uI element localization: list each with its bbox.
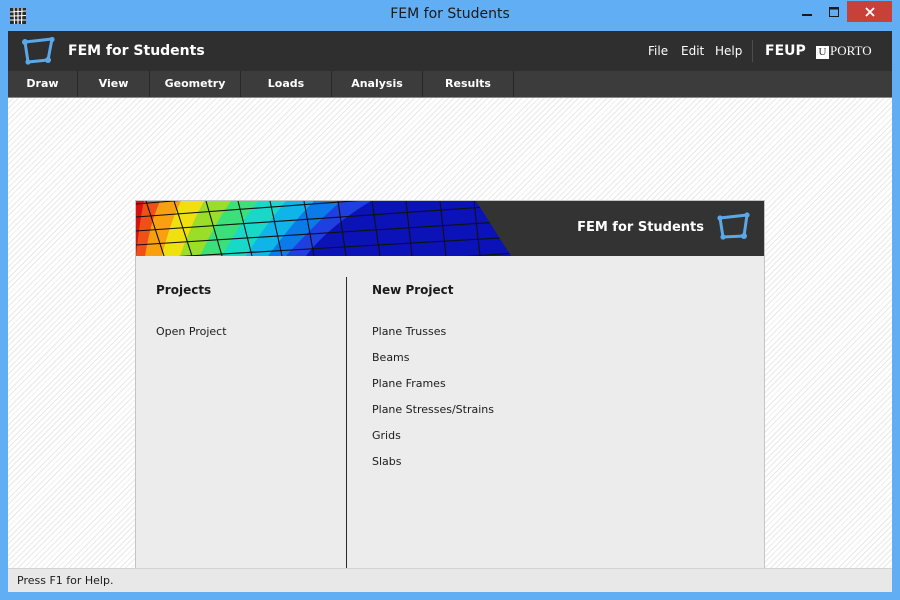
new-project-title: New Project (372, 283, 454, 297)
toolbar-geometry[interactable]: Geometry (150, 71, 241, 97)
toolbar-results[interactable]: Results (423, 71, 514, 97)
plane-trusses-link[interactable]: Plane Trusses (372, 325, 446, 338)
window-frame: FEM for Students FEM for Students File E… (0, 0, 900, 600)
beams-link[interactable]: Beams (372, 351, 410, 364)
header-divider (752, 40, 753, 62)
start-panel: FEM for Students Projects Open Project N… (135, 200, 765, 592)
panel-banner: FEM for Students (136, 201, 764, 256)
quadrilateral-element-icon (22, 37, 55, 65)
menu-edit[interactable]: Edit (681, 44, 704, 58)
toolbar-analysis[interactable]: Analysis (332, 71, 423, 97)
toolbar-view[interactable]: View (78, 71, 150, 97)
workspace: FEM for Students Projects Open Project N… (8, 98, 892, 592)
toolbar-draw[interactable]: Draw (8, 71, 78, 97)
feup-logo: FEUP (765, 43, 806, 59)
fem-contour-image (136, 201, 511, 256)
projects-title: Projects (156, 283, 212, 297)
uporto-text: PORTO (830, 43, 872, 58)
menu-help[interactable]: Help (715, 44, 742, 58)
close-button[interactable] (847, 1, 892, 22)
uporto-u-mark: U (816, 46, 829, 59)
column-divider (346, 277, 347, 577)
status-text: Press F1 for Help. (17, 574, 114, 587)
maximize-button[interactable] (820, 1, 847, 22)
maximize-icon (828, 6, 839, 17)
grids-link[interactable]: Grids (372, 429, 401, 442)
title-bar[interactable]: FEM for Students (0, 0, 900, 31)
client-area: FEM for Students File Edit Help FEUP U PO… (8, 31, 892, 592)
uporto-logo: U PORTO (816, 43, 872, 59)
app-header: FEM for Students File Edit Help FEUP U PO… (8, 31, 892, 71)
close-icon (864, 6, 875, 17)
status-bar: Press F1 for Help. (8, 568, 892, 592)
minimize-icon (801, 13, 812, 16)
menu-file[interactable]: File (648, 44, 668, 58)
quadrilateral-element-icon (717, 212, 750, 240)
banner-title: FEM for Students (577, 220, 704, 235)
plane-stresses-strains-link[interactable]: Plane Stresses/Strains (372, 403, 494, 416)
app-name: FEM for Students (68, 43, 205, 59)
window-title: FEM for Students (390, 6, 510, 22)
plane-frames-link[interactable]: Plane Frames (372, 377, 446, 390)
toolbar-loads[interactable]: Loads (241, 71, 332, 97)
minimize-button[interactable] (793, 1, 820, 22)
open-project-link[interactable]: Open Project (156, 325, 227, 338)
slabs-link[interactable]: Slabs (372, 455, 402, 468)
toolbar: Draw View Geometry Loads Analysis Result… (8, 71, 892, 97)
